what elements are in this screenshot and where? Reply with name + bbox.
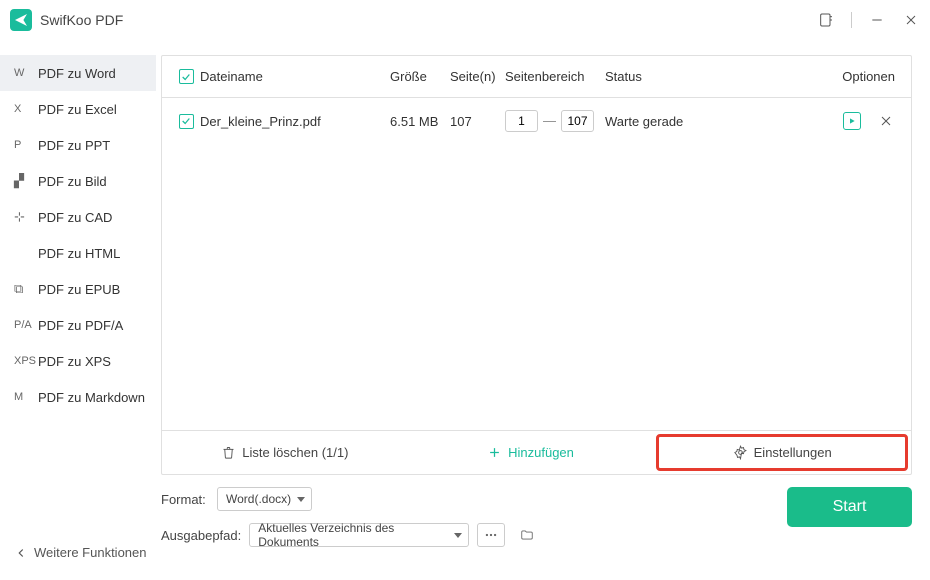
more-functions-label: Weitere Funktionen — [34, 545, 147, 560]
clear-list-button[interactable]: Liste löschen (1/1) — [162, 431, 408, 474]
format-select[interactable]: Word(.docx) — [217, 487, 312, 511]
output-path-label: Ausgabepfad: — [161, 528, 241, 543]
minimize-button[interactable] — [868, 11, 886, 29]
format-abbr: XPS — [14, 355, 34, 367]
format-abbr: W — [14, 67, 34, 79]
sidebar-item-label: PDF zu EPUB — [38, 282, 120, 297]
sidebar-item-1[interactable]: X PDF zu Excel — [0, 91, 156, 127]
file-size: 6.51 MB — [390, 114, 450, 129]
sidebar-item-label: PDF zu PPT — [38, 138, 110, 153]
sidebar-item-4[interactable]: ⊹ PDF zu CAD — [0, 199, 156, 235]
clear-list-label: Liste löschen (1/1) — [242, 445, 348, 460]
col-options: Optionen — [755, 69, 901, 84]
sidebar-item-5[interactable]: PDF zu HTML — [0, 235, 156, 271]
table-row: Der_kleine_Prinz.pdf6.51 MB107 — Warte ger… — [162, 98, 911, 144]
format-abbr: P — [14, 139, 34, 151]
sidebar-item-label: PDF zu PDF/A — [38, 318, 123, 333]
app-name: SwifKoo PDF — [40, 12, 123, 28]
start-label: Start — [833, 498, 867, 516]
select-all-checkbox[interactable] — [179, 69, 194, 84]
window-options-icon[interactable] — [817, 11, 835, 29]
output-path-value: Aktuelles Verzeichnis des Dokuments — [258, 521, 448, 549]
sidebar-item-3[interactable]: ▞ PDF zu Bild — [0, 163, 156, 199]
sidebar-item-label: PDF zu Excel — [38, 102, 117, 117]
col-name: Dateiname — [200, 69, 390, 84]
more-options-button[interactable] — [477, 523, 505, 547]
add-file-button[interactable]: Hinzufügen — [408, 431, 654, 474]
app-logo-icon — [10, 9, 32, 31]
sidebar-item-7[interactable]: P/A PDF zu PDF/A — [0, 307, 156, 343]
file-status: Warte gerade — [605, 114, 755, 129]
more-functions-button[interactable]: Weitere Funktionen — [14, 545, 147, 560]
sidebar-item-label: PDF zu XPS — [38, 354, 111, 369]
table-action-bar: Liste löschen (1/1) Hinzufügen Einstellu… — [162, 430, 911, 474]
range-separator: — — [543, 113, 556, 128]
divider — [851, 12, 852, 28]
sidebar-item-2[interactable]: P PDF zu PPT — [0, 127, 156, 163]
sidebar-item-label: PDF zu CAD — [38, 210, 112, 225]
settings-label: Einstellungen — [754, 445, 832, 460]
col-size: Größe — [390, 69, 450, 84]
format-label: Format: — [161, 492, 209, 507]
row-checkbox[interactable] — [179, 114, 194, 129]
sidebar-item-label: PDF zu HTML — [38, 246, 120, 261]
sidebar-item-label: PDF zu Bild — [38, 174, 107, 189]
sidebar-item-6[interactable]: ⧉ PDF zu EPUB — [0, 271, 156, 307]
file-pages: 107 — [450, 114, 505, 129]
main-panel: Dateiname Größe Seite(n) Seitenbereich S… — [156, 40, 930, 580]
epub-icon: ⧉ — [14, 281, 34, 297]
image-icon: ▞ — [14, 173, 34, 189]
cad-icon: ⊹ — [14, 209, 34, 225]
range-from-input[interactable] — [505, 110, 538, 132]
sidebar-item-label: PDF zu Markdown — [38, 390, 145, 405]
range-to-input[interactable] — [561, 110, 594, 132]
output-path-select[interactable]: Aktuelles Verzeichnis des Dokuments — [249, 523, 469, 547]
file-table: Dateiname Größe Seite(n) Seitenbereich S… — [161, 55, 912, 475]
format-abbr: P/A — [14, 319, 34, 331]
title-bar: SwifKoo PDF — [0, 0, 930, 40]
convert-row-button[interactable] — [843, 112, 861, 130]
settings-button[interactable]: Einstellungen — [656, 434, 908, 471]
close-button[interactable] — [902, 11, 920, 29]
browse-folder-button[interactable] — [513, 523, 541, 547]
sidebar-item-0[interactable]: W PDF zu Word — [0, 55, 156, 91]
start-button[interactable]: Start — [787, 487, 912, 527]
sidebar-item-8[interactable]: XPS PDF zu XPS — [0, 343, 156, 379]
col-status: Status — [605, 69, 755, 84]
sidebar-item-9[interactable]: M PDF zu Markdown — [0, 379, 156, 415]
format-value: Word(.docx) — [226, 492, 291, 506]
sidebar-item-label: PDF zu Word — [38, 66, 116, 81]
sidebar: W PDF zu Word X PDF zu Excel P PDF zu PPT ▞ PDF… — [0, 40, 156, 580]
format-abbr: M — [14, 391, 34, 403]
window-controls — [817, 11, 920, 29]
bottom-controls: Format: Word(.docx) Ausgabepfad: Aktuell… — [161, 487, 912, 547]
col-range: Seitenbereich — [505, 69, 605, 84]
table-header: Dateiname Größe Seite(n) Seitenbereich S… — [162, 56, 911, 98]
format-abbr: X — [14, 103, 34, 115]
col-pages: Seite(n) — [450, 69, 505, 84]
remove-row-button[interactable] — [877, 112, 895, 130]
page-range: — — [505, 110, 605, 132]
file-name: Der_kleine_Prinz.pdf — [200, 114, 390, 129]
add-file-label: Hinzufügen — [508, 445, 574, 460]
